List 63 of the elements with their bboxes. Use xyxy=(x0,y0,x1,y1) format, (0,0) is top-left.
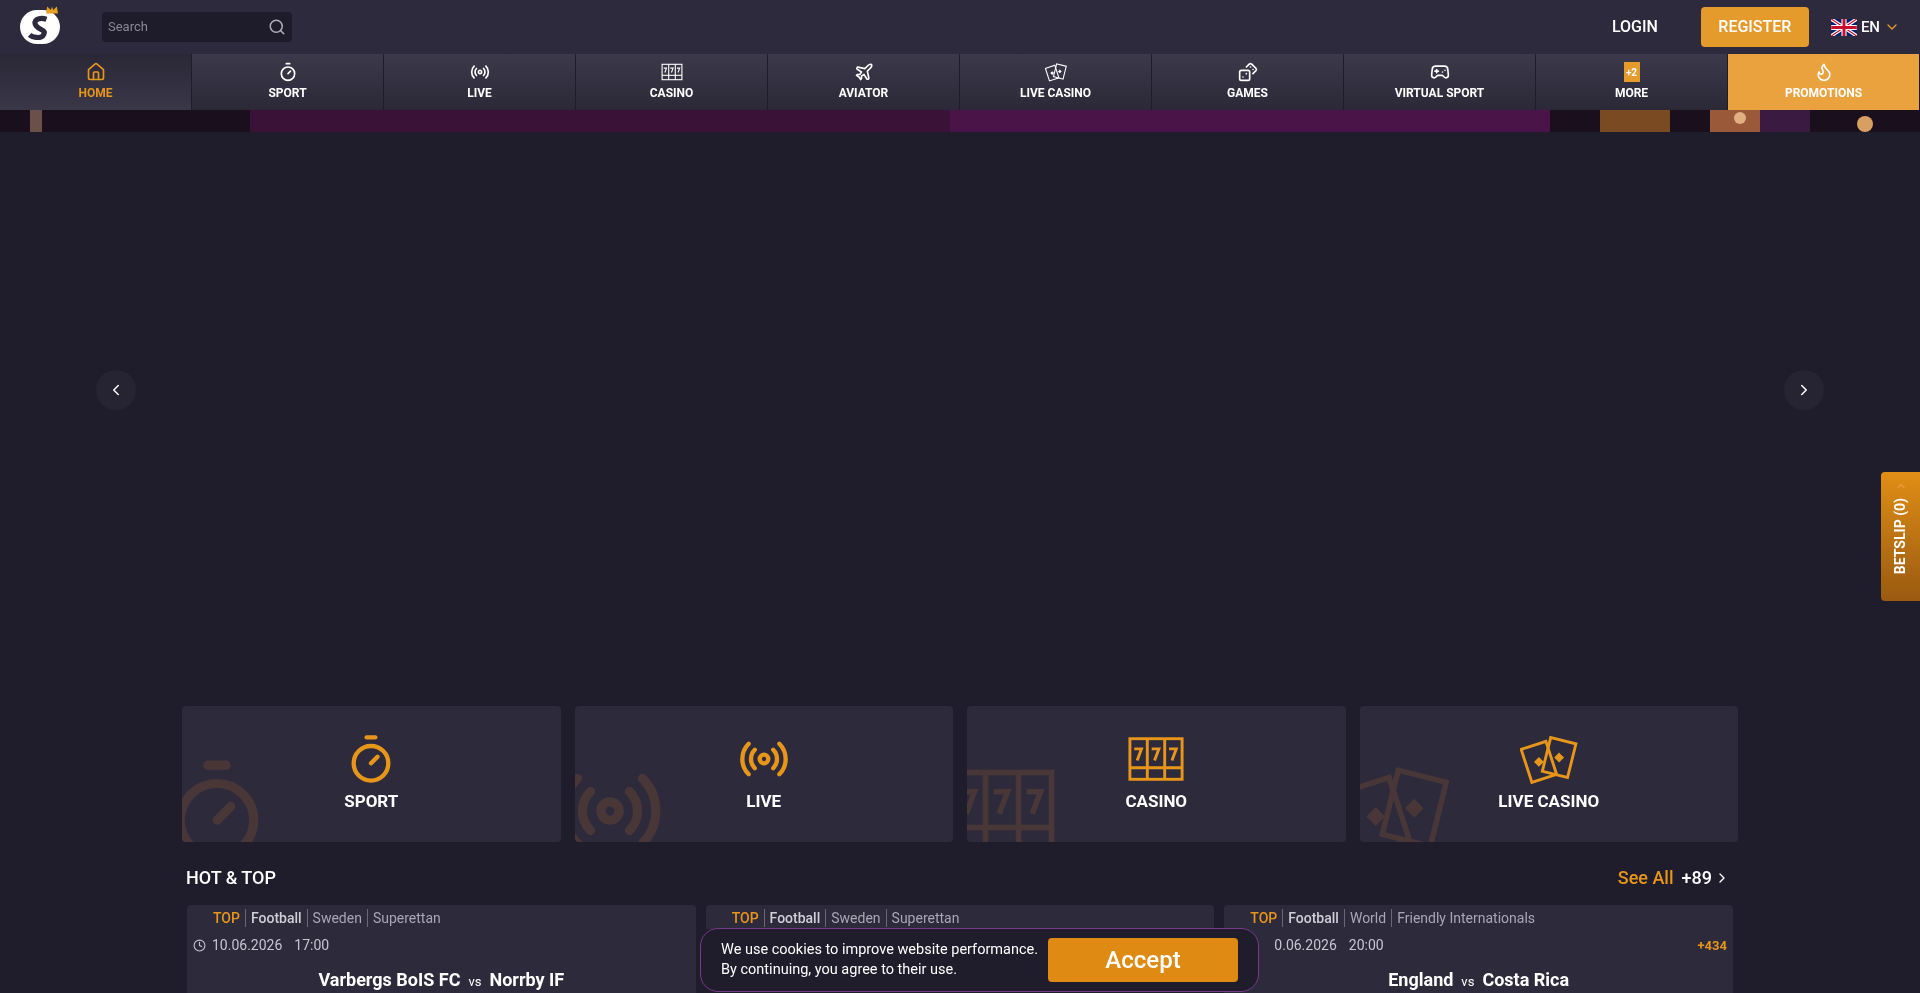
dice-icon xyxy=(1236,62,1259,82)
playing-cards-icon xyxy=(1519,733,1578,786)
nav-tab[interactable]: +2 MORE xyxy=(1536,54,1728,110)
flag-icon xyxy=(1830,18,1857,36)
nav-tab[interactable]: AVIATOR xyxy=(768,54,960,110)
nav-tab[interactable]: CASINO xyxy=(576,54,768,110)
cookie-text: By continuing, you agree to their use. xyxy=(721,960,959,980)
sport-name: Football xyxy=(244,909,307,927)
clock-icon xyxy=(193,939,206,952)
away-team: Costa Rica xyxy=(1482,968,1570,992)
away-team: Norrby IF xyxy=(489,968,565,992)
versus-label: vs xyxy=(1461,973,1475,991)
match-card[interactable]: TOP Football Sweden Superettan xyxy=(705,905,1215,929)
search-input[interactable]: Search xyxy=(108,17,268,37)
cookie-text: We use cookies to improve website performance. xyxy=(721,940,1039,960)
gamepad-icon xyxy=(1428,62,1451,82)
match-time: 20:00 xyxy=(1348,936,1384,955)
top-tag: TOP xyxy=(213,909,245,927)
match-card[interactable]: TOP Football Sweden Superettan 10.06.2026 17:00 Varbergs BoIS FC vs Norrby IF xyxy=(187,905,696,993)
login-button[interactable]: LOGIN xyxy=(1611,15,1658,39)
match-time: 17:00 xyxy=(294,936,330,955)
category-card[interactable]: LIVE xyxy=(574,706,953,842)
match-count: +89 xyxy=(1681,866,1712,890)
see-all-link[interactable]: See All xyxy=(1617,864,1674,891)
country-name: Sweden xyxy=(306,909,367,927)
nav-tab[interactable]: GAMES xyxy=(1152,54,1344,110)
home-team: Varbergs BoIS FC xyxy=(318,968,461,992)
nav-tab[interactable]: LIVE CASINO xyxy=(960,54,1152,110)
category-card[interactable]: LIVE CASINO xyxy=(1359,706,1738,842)
category-card[interactable]: SPORT xyxy=(182,706,561,842)
sport-name: Football xyxy=(1282,909,1344,927)
league-name: Superettan xyxy=(885,909,965,927)
slot-machine-icon xyxy=(660,62,683,82)
nav-tab[interactable]: VIRTUAL SPORT xyxy=(1344,54,1536,110)
nav-tab[interactable]: HOME xyxy=(0,54,192,110)
match-card[interactable]: TOP Football World Friendly Internationals 0.06.2026 20:00 +434 England vs Costa Rica xyxy=(1224,905,1733,993)
category-label: LIVE CASINO xyxy=(1498,790,1600,814)
country-name: Sweden xyxy=(825,909,886,927)
versus-label: vs xyxy=(468,973,482,991)
language-selector[interactable]: EN xyxy=(1830,15,1900,39)
section-title: HOT & TOP xyxy=(186,866,276,890)
league-name: Superettan xyxy=(366,909,446,927)
broadcast-icon xyxy=(468,62,491,82)
match-date: 0.06.2026 xyxy=(1274,936,1337,955)
playing-cards-icon xyxy=(1044,62,1067,82)
country-name: World xyxy=(1343,909,1392,927)
category-card[interactable]: CASINO xyxy=(967,706,1346,842)
nav-tab[interactable]: SPORT xyxy=(192,54,384,110)
search-icon[interactable] xyxy=(268,18,286,36)
match-date: 10.06.2026 xyxy=(212,936,283,955)
top-tag: TOP xyxy=(731,909,764,927)
home-team: England xyxy=(1388,968,1454,992)
count-badge: +2 xyxy=(1623,62,1640,82)
category-label: CASINO xyxy=(1125,790,1188,814)
sport-name: Football xyxy=(763,909,826,927)
top-tag: TOP xyxy=(1250,909,1283,927)
search-field[interactable]: Search xyxy=(102,12,292,42)
league-name: Friendly Internationals xyxy=(1391,909,1540,927)
betslip-tab[interactable]: BETSLIP (0) xyxy=(1881,472,1920,601)
category-label: SPORT xyxy=(344,790,399,814)
category-label: LIVE xyxy=(746,790,782,814)
nav-tab[interactable]: LIVE xyxy=(384,54,576,110)
markets-count: +434 xyxy=(1697,936,1727,955)
